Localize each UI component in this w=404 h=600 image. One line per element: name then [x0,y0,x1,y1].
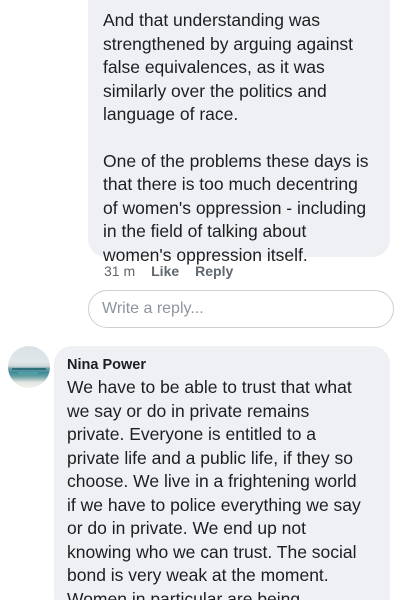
like-button[interactable]: Like [151,263,179,279]
comment-actions: 31 m Like Reply [104,263,249,279]
comment-thread: And that understanding was strengthened … [0,0,404,600]
comment-author[interactable]: Nina Power [67,357,146,373]
comment-timestamp[interactable]: 31 m [104,263,135,279]
reply-input[interactable] [102,300,380,318]
avatar-image-detail [18,372,38,375]
reply-button[interactable]: Reply [195,263,233,279]
avatar-image-detail [12,368,46,370]
avatar[interactable] [8,346,50,388]
comment-bubble: Nina Power We have to be able to trust t… [54,346,390,600]
comment-text: We have to be able to trust that what we… [67,377,361,600]
comment-paragraph: One of the problems these days is that t… [103,150,369,265]
comment-paragraph: And that understanding was strengthened … [103,10,354,124]
comment-bubble: And that understanding was strengthened … [88,0,390,265]
reply-field[interactable] [88,290,394,328]
